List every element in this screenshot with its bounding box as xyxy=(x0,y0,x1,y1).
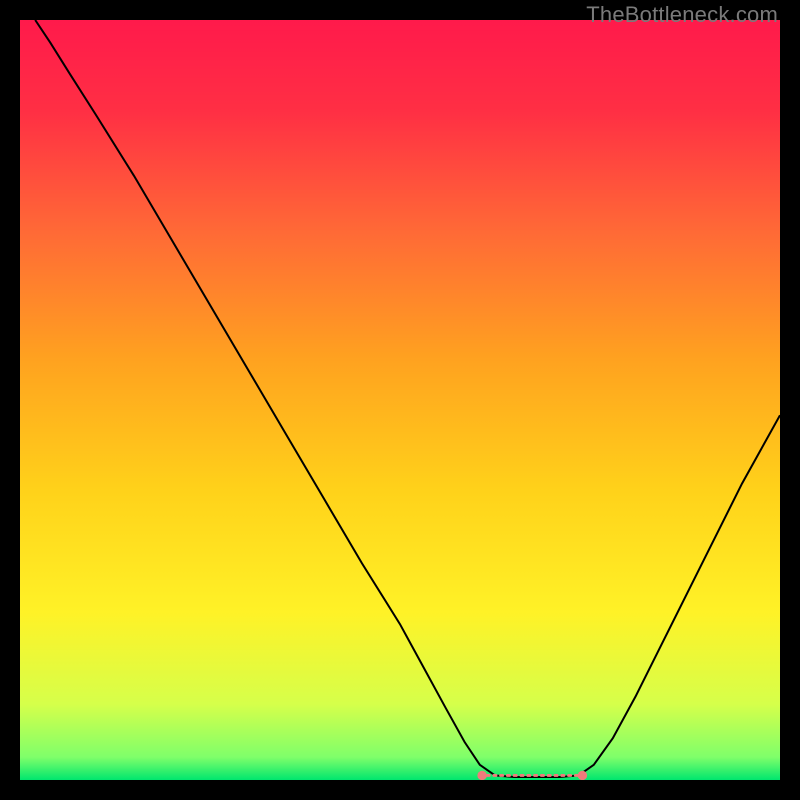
watermark-text: TheBottleneck.com xyxy=(586,2,778,28)
gradient-background xyxy=(20,20,780,780)
chart-frame xyxy=(20,20,780,780)
chart-svg xyxy=(20,20,780,780)
